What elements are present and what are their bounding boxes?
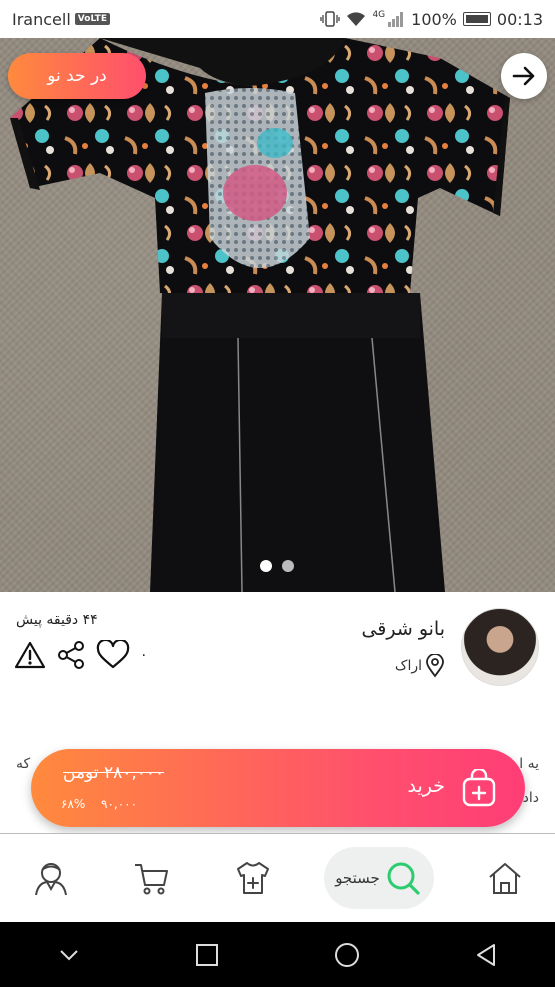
heart-icon[interactable] [96, 640, 130, 670]
nav-search[interactable]: جستجو [323, 847, 434, 909]
battery-icon [462, 12, 491, 26]
recents-square-icon[interactable] [193, 941, 221, 969]
description-fragment-left: که [16, 756, 31, 772]
cart-icon [134, 864, 168, 895]
wifi-icon [347, 12, 366, 26]
search-icon [387, 862, 420, 895]
volte-badge: VoLTE [74, 13, 110, 25]
home-icon [488, 863, 521, 894]
dress-photo [10, 38, 510, 592]
original-price: ۲۸۰,۰۰۰ تومن [63, 763, 165, 783]
listing-info: بانو شرقی اراک ۴۴ دقیقه پیش ۰ [0, 592, 555, 742]
home-circle-icon[interactable] [332, 940, 362, 970]
vibrate-icon [320, 11, 341, 27]
next-image-button[interactable] [501, 53, 547, 99]
profile-icon [34, 863, 67, 896]
current-price: ۹۰,۰۰۰ [101, 797, 138, 811]
description-fragment-right-2: داد [522, 790, 539, 806]
location-pin-icon [426, 654, 444, 678]
carousel-dots [260, 560, 294, 572]
search-label: جستجو [335, 869, 380, 887]
share-icon[interactable] [56, 640, 86, 670]
product-image-carousel[interactable]: در حد نو [0, 38, 555, 592]
back-triangle-icon[interactable] [472, 941, 500, 969]
condition-badge: در حد نو [8, 53, 146, 99]
carousel-dot-2[interactable] [282, 560, 294, 572]
carrier-name: Irancell [12, 9, 71, 29]
status-left: Irancell VoLTE [12, 10, 110, 29]
nav-profile[interactable] [21, 848, 81, 908]
status-bar: Irancell VoLTE 4G 100% 00:13 [0, 0, 555, 38]
posted-time: ۴۴ دقیقه پیش [16, 612, 98, 628]
report-warning-icon[interactable] [14, 640, 46, 670]
seller-avatar[interactable] [461, 608, 539, 686]
clock: 00:13 [496, 9, 543, 29]
add-clothing-icon [236, 862, 269, 894]
like-count: ۰ [140, 647, 148, 663]
arrow-right-icon [512, 66, 535, 86]
network-type: 4G [372, 9, 386, 20]
nav-cart[interactable] [122, 848, 182, 908]
system-navigation-bar [0, 922, 555, 987]
status-right: 4G 100% 00:13 [320, 10, 543, 29]
buy-label[interactable]: خرید [408, 775, 446, 797]
location-text: اراک [394, 658, 422, 674]
nav-home[interactable] [475, 848, 535, 908]
signal-icon [388, 12, 404, 27]
nav-add-item[interactable] [223, 848, 283, 908]
battery-percent: 100% [411, 9, 457, 29]
bottom-nav: جستجو [0, 834, 555, 922]
carousel-dot-1[interactable] [260, 560, 272, 572]
discount-percent: ۶۸% [61, 797, 86, 811]
description-fragment-right: یه ا [519, 756, 539, 772]
listing-actions: ۰ [14, 640, 148, 670]
seller-name[interactable]: بانو شرقی [361, 618, 445, 640]
seller-location: اراک [395, 654, 445, 678]
buy-bar[interactable]: ۲۸۰,۰۰۰ تومن ۶۸% ۹۰,۰۰۰ خرید [31, 749, 525, 827]
chevron-down-icon[interactable] [55, 941, 83, 969]
shopping-bag-plus-icon[interactable] [461, 769, 497, 807]
